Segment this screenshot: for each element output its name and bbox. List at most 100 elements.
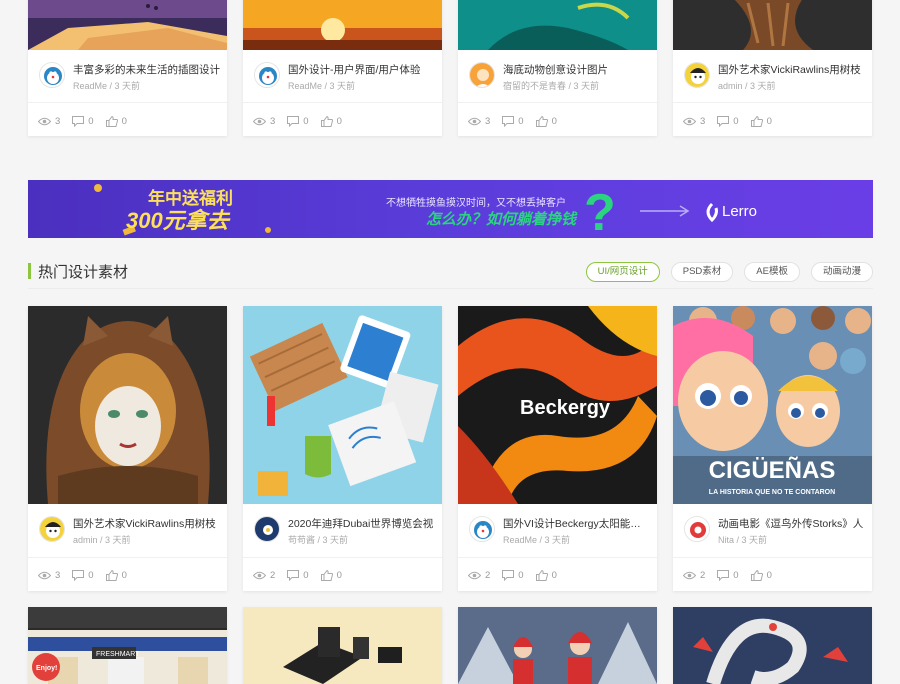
tab-animation[interactable]: 动画动漫 xyxy=(810,262,873,282)
card-thumbnail[interactable] xyxy=(673,0,872,50)
card-author[interactable]: Nita xyxy=(718,535,734,545)
thumbs-up-icon xyxy=(320,569,333,581)
card-title[interactable]: 2020年迪拜Dubai世界博览会视 xyxy=(288,516,436,531)
comments-stat[interactable]: 0 xyxy=(287,115,309,127)
card-thumbnail[interactable] xyxy=(673,607,872,684)
card-time: 3 天前 xyxy=(329,81,356,91)
card-thumbnail[interactable] xyxy=(458,0,657,50)
separator: / xyxy=(315,535,323,545)
design-card[interactable]: 海底动物创意设计图片 宿留的不是青春 / 3 天前 3 0 0 xyxy=(458,0,657,136)
thumbs-up-icon xyxy=(535,569,548,581)
separator: / xyxy=(322,81,330,91)
avatar[interactable] xyxy=(469,62,495,88)
card-time: 3 天前 xyxy=(105,535,131,545)
avatar[interactable] xyxy=(39,516,65,542)
card-thumbnail[interactable] xyxy=(243,0,442,50)
avatar[interactable] xyxy=(39,62,65,88)
likes-stat[interactable]: 0 xyxy=(750,115,772,127)
comments-stat[interactable]: 0 xyxy=(72,569,94,581)
views-stat: 3 xyxy=(38,116,60,127)
comments-stat[interactable]: 0 xyxy=(717,115,739,127)
section-divider xyxy=(28,288,873,289)
likes-stat[interactable]: 0 xyxy=(105,569,127,581)
card-thumbnail[interactable] xyxy=(243,607,442,684)
avatar[interactable] xyxy=(469,516,495,542)
tab-psd[interactable]: PSD素材 xyxy=(670,262,734,282)
card-thumbnail[interactable] xyxy=(28,0,227,50)
likes-stat[interactable]: 0 xyxy=(535,115,557,127)
comments-stat[interactable]: 0 xyxy=(287,569,309,581)
movie-title-text: CIGÜEÑAS xyxy=(709,456,836,484)
likes-stat[interactable]: 0 xyxy=(535,569,557,581)
design-card[interactable]: 国外艺术家VickiRawlins用树枝 admin / 3 天前 3 0 0 xyxy=(673,0,872,136)
views-stat: 3 xyxy=(253,116,275,127)
tab-ae-templates[interactable]: AE模板 xyxy=(744,262,800,282)
card-author[interactable]: ReadMe xyxy=(73,81,107,91)
avatar[interactable] xyxy=(684,516,710,542)
sign-text: Enjoy! xyxy=(36,665,57,672)
card-author[interactable]: 宿留的不是青春 xyxy=(503,81,566,91)
card-author[interactable]: ReadMe xyxy=(503,535,537,545)
card-stats: 3 0 0 xyxy=(253,114,354,128)
comments-stat[interactable]: 0 xyxy=(72,115,94,127)
divider xyxy=(243,557,442,558)
card-title[interactable]: 国外艺术家VickiRawlins用树枝 xyxy=(73,516,221,531)
avatar[interactable] xyxy=(684,62,710,88)
likes-stat[interactable]: 0 xyxy=(105,115,127,127)
card-title[interactable]: 丰富多彩的未来生活的插图设计 xyxy=(73,62,221,77)
card-author-time: ReadMe / 3 天前 xyxy=(288,79,355,92)
eye-icon xyxy=(38,571,51,579)
comment-icon xyxy=(72,115,85,127)
design-card[interactable] xyxy=(243,607,442,684)
likes-stat[interactable]: 0 xyxy=(320,115,342,127)
card-thumbnail[interactable]: Beckergy xyxy=(458,306,657,504)
likes-stat[interactable]: 0 xyxy=(320,569,342,581)
design-card[interactable]: 丰富多彩的未来生活的插图设计 ReadMe / 3 天前 3 0 0 xyxy=(28,0,227,136)
card-thumbnail[interactable]: CIGÜEÑAS LA HISTORIA QUE NO TE CONTARON xyxy=(673,306,872,504)
comments-stat[interactable]: 0 xyxy=(717,569,739,581)
avatar[interactable] xyxy=(254,516,280,542)
tab-ui-web-design[interactable]: UI/网页设计 xyxy=(585,262,660,282)
likes-stat[interactable]: 0 xyxy=(750,569,772,581)
card-title[interactable]: 动画电影《逗鸟外传Storks》人 xyxy=(718,516,866,531)
divider xyxy=(28,557,227,558)
card-author[interactable]: admin xyxy=(718,81,743,91)
brand-wordmark: Beckergy xyxy=(520,397,611,419)
card-title[interactable]: 海底动物创意设计图片 xyxy=(503,62,651,77)
thumbs-up-icon xyxy=(750,569,763,581)
card-thumbnail[interactable]: Enjoy! FRESHMART xyxy=(28,607,227,684)
design-card[interactable] xyxy=(458,607,657,684)
design-card[interactable] xyxy=(673,607,872,684)
banner-headline-1: 年中送福利 xyxy=(148,188,233,208)
card-thumbnail[interactable] xyxy=(243,306,442,504)
design-card[interactable]: 2020年迪拜Dubai世界博览会视 苟苟酱 / 3 天前 2 0 0 xyxy=(243,306,442,591)
design-card[interactable]: 国外艺术家VickiRawlins用树枝 admin / 3 天前 3 0 0 xyxy=(28,306,227,591)
comment-icon xyxy=(287,115,300,127)
card-title[interactable]: 国外VI设计Beckergy太阳能电池 xyxy=(503,516,651,531)
thumbs-up-icon xyxy=(535,115,548,127)
avatar[interactable] xyxy=(254,62,280,88)
separator: / xyxy=(537,535,545,545)
card-title[interactable]: 国外艺术家VickiRawlins用树枝 xyxy=(718,62,866,77)
promo-banner[interactable]: 年中送福利 300元拿去 不想牺牲摸鱼摸汉时间，又不想丢掉客户 怎么办？如何躺着… xyxy=(28,180,873,238)
card-author[interactable]: ReadMe xyxy=(288,81,322,91)
design-card[interactable]: CIGÜEÑAS LA HISTORIA QUE NO TE CONTARON … xyxy=(673,306,872,591)
comments-stat[interactable]: 0 xyxy=(502,569,524,581)
category-tabs: UI/网页设计 PSD素材 AE模板 动画动漫 xyxy=(575,262,873,282)
card-author-time: 宿留的不是青春 / 3 天前 xyxy=(503,79,599,92)
card-thumbnail[interactable] xyxy=(28,306,227,504)
card-author[interactable]: admin xyxy=(73,535,98,545)
card-time: 3 天前 xyxy=(573,81,600,91)
card-stats: 2 0 0 xyxy=(468,568,569,582)
card-author[interactable]: 苟苟酱 xyxy=(288,535,315,545)
design-card[interactable]: Beckergy 国外VI设计Beckergy太阳能电池 ReadMe / 3 … xyxy=(458,306,657,591)
eye-icon xyxy=(468,117,481,125)
card-title[interactable]: 国外设计-用户界面/用户体验 xyxy=(288,62,436,77)
eye-icon xyxy=(253,571,266,579)
card-author-time: ReadMe / 3 天前 xyxy=(73,79,140,92)
design-card[interactable]: Enjoy! FRESHMART xyxy=(28,607,227,684)
card-thumbnail[interactable] xyxy=(458,607,657,684)
separator: / xyxy=(742,81,751,91)
comments-stat[interactable]: 0 xyxy=(502,115,524,127)
design-card[interactable]: 国外设计-用户界面/用户体验 ReadMe / 3 天前 3 0 0 xyxy=(243,0,442,136)
